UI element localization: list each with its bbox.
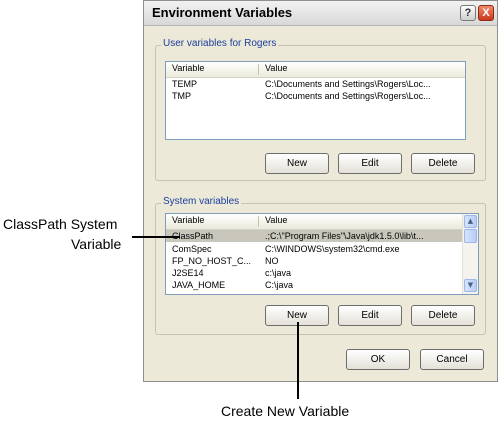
scroll-up-icon[interactable]: ▲ xyxy=(464,215,477,228)
table-row[interactable]: JAVA_HOME C:\java xyxy=(166,279,462,291)
environment-variables-dialog: Environment Variables ? X User variables… xyxy=(143,0,498,382)
new-variable-callout: Create New Variable xyxy=(221,403,350,419)
vertical-scrollbar[interactable]: ▲ ▼ xyxy=(462,214,478,294)
user-new-button[interactable]: New xyxy=(265,153,329,174)
variable-name: JAVA_HOME xyxy=(172,280,226,290)
system-variables-label: System variables xyxy=(161,196,242,207)
title-bar: Environment Variables ? X xyxy=(144,1,497,26)
system-edit-button[interactable]: Edit xyxy=(338,305,402,326)
table-row[interactable]: FP_NO_HOST_C... NO xyxy=(166,255,462,267)
help-icon[interactable]: ? xyxy=(460,5,476,21)
column-header-variable[interactable]: Variable xyxy=(172,215,204,225)
ok-button[interactable]: OK xyxy=(346,349,410,370)
user-variables-label: User variables for Rogers xyxy=(161,38,279,49)
list-header: Variable Value xyxy=(166,214,462,230)
scroll-down-icon[interactable]: ▼ xyxy=(464,279,477,292)
scroll-thumb[interactable] xyxy=(464,229,477,243)
classpath-callout-line1: ClassPath System xyxy=(3,216,118,232)
column-header-value[interactable]: Value xyxy=(265,63,287,73)
new-variable-callout-line xyxy=(297,322,299,399)
variable-value: NO xyxy=(265,256,279,266)
variable-value: c:\java xyxy=(265,268,292,278)
system-delete-button[interactable]: Delete xyxy=(411,305,475,326)
variable-value: C:\Documents and Settings\Rogers\Loc... xyxy=(265,79,431,89)
variable-value: .;C:\"Program Files"\Java\jdk1.5.0\lib\t… xyxy=(265,231,424,241)
table-row[interactable]: J2SE14 c:\java xyxy=(166,267,462,279)
list-header: Variable Value xyxy=(166,62,465,78)
column-header-value[interactable]: Value xyxy=(265,215,287,225)
variable-value: C:\WINDOWS\system32\cmd.exe xyxy=(265,244,400,254)
variable-name: TMP xyxy=(172,91,191,101)
dialog-title: Environment Variables xyxy=(152,5,293,20)
close-icon[interactable]: X xyxy=(478,5,494,21)
variable-name: J2SE14 xyxy=(172,268,204,278)
table-row[interactable]: TEMP C:\Documents and Settings\Rogers\Lo… xyxy=(166,78,465,90)
column-divider[interactable] xyxy=(258,216,259,227)
column-divider[interactable] xyxy=(258,64,259,75)
table-row-classpath[interactable]: ClassPath .;C:\"Program Files"\Java\jdk1… xyxy=(166,230,462,242)
variable-name: FP_NO_HOST_C... xyxy=(172,256,252,266)
user-variables-list[interactable]: Variable Value TEMP C:\Documents and Set… xyxy=(165,61,466,140)
table-row[interactable]: ComSpec C:\WINDOWS\system32\cmd.exe xyxy=(166,243,462,255)
system-variables-list[interactable]: Variable Value ClassPath .;C:\"Program F… xyxy=(165,213,479,295)
column-header-variable[interactable]: Variable xyxy=(172,63,204,73)
classpath-callout-line2: Variable xyxy=(71,236,122,252)
user-delete-button[interactable]: Delete xyxy=(411,153,475,174)
user-edit-button[interactable]: Edit xyxy=(338,153,402,174)
variable-value: C:\java xyxy=(265,280,294,290)
cancel-button[interactable]: Cancel xyxy=(420,349,484,370)
variable-value: C:\Documents and Settings\Rogers\Loc... xyxy=(265,91,431,101)
variable-name: ComSpec xyxy=(172,244,212,254)
classpath-callout-line xyxy=(132,236,180,238)
table-row[interactable]: TMP C:\Documents and Settings\Rogers\Loc… xyxy=(166,90,465,102)
variable-name: TEMP xyxy=(172,79,198,89)
